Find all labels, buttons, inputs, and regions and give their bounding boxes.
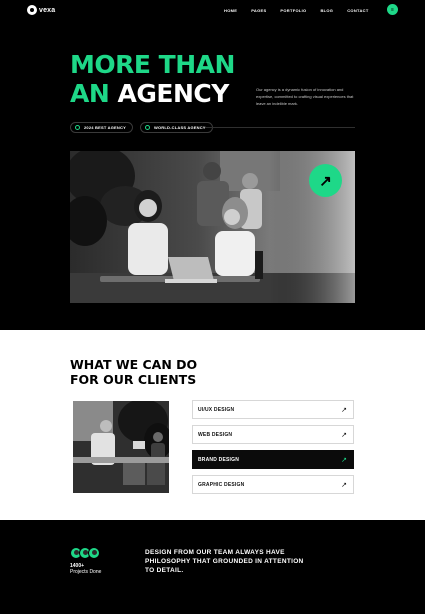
- badge-label: 2024 BEST AGENCY: [84, 125, 126, 130]
- headline-line-2: AN AGENCY: [70, 79, 235, 108]
- services-heading-line-1: WHAT WE CAN DO: [70, 357, 198, 372]
- logo[interactable]: vexa: [27, 5, 55, 15]
- service-label: WEB DESIGN: [198, 431, 233, 438]
- hero-arrow-button[interactable]: ↗: [309, 164, 342, 197]
- hero-intro-text: Our agency is a dynamic fusion of innova…: [256, 87, 354, 106]
- badge-world-class: WORLD-CLASS AGENCY: [140, 122, 213, 133]
- award-icon: [75, 125, 80, 130]
- top-navigation-bar: vexa HOME PAGES PORTFOLIO BLOG CONTACT ≡: [0, 0, 425, 22]
- badge-best-agency: 2024 BEST AGENCY: [70, 122, 133, 133]
- philosophy-section: 1400+ Projects Done DESIGN FROM OUR TEAM…: [0, 520, 425, 614]
- projects-label: Projects Done: [70, 569, 102, 575]
- service-label: UI/UX DESIGN: [198, 406, 235, 413]
- arrow-up-right-icon: ↗: [341, 456, 347, 464]
- service-item-uiux[interactable]: UI/UX DESIGN ↗: [192, 400, 354, 419]
- nav-item-blog[interactable]: BLOG: [320, 8, 333, 13]
- globe-icon: [145, 125, 150, 130]
- service-item-graphic[interactable]: GRAPHIC DESIGN ↗: [192, 475, 354, 494]
- headline-agency: AGENCY: [117, 79, 230, 108]
- logo-icon: [27, 5, 37, 15]
- arrow-up-right-icon: ↗: [341, 481, 347, 489]
- team-avatars: [70, 547, 100, 559]
- badge-label: WORLD-CLASS AGENCY: [154, 125, 206, 130]
- headline-line-1: MORE THAN: [70, 50, 235, 79]
- nav-item-pages[interactable]: PAGES: [251, 8, 266, 13]
- services-section: WHAT WE CAN DO FOR OUR CLIENTS UI/UX DES…: [0, 330, 425, 520]
- menu-button[interactable]: ≡: [387, 4, 398, 15]
- menu-icon: ≡: [391, 6, 394, 13]
- arrow-up-right-icon: ↗: [319, 172, 332, 190]
- arrow-up-right-icon: ↗: [341, 431, 347, 439]
- service-item-web[interactable]: WEB DESIGN ↗: [192, 425, 354, 444]
- services-office-photo: [73, 401, 169, 493]
- nav-item-contact[interactable]: CONTACT: [347, 8, 368, 13]
- service-label: BRAND DESIGN: [198, 456, 240, 463]
- service-label: GRAPHIC DESIGN: [198, 481, 245, 488]
- avatar: [88, 547, 100, 559]
- service-item-brand[interactable]: BRAND DESIGN ↗: [192, 450, 354, 469]
- nav-item-home[interactable]: HOME: [224, 8, 237, 13]
- services-heading-line-2: FOR OUR CLIENTS: [70, 372, 197, 387]
- main-nav: HOME PAGES PORTFOLIO BLOG CONTACT: [224, 8, 369, 13]
- headline-an: AN: [70, 79, 110, 108]
- hero-section: vexa HOME PAGES PORTFOLIO BLOG CONTACT ≡…: [0, 0, 425, 330]
- hero-headline: MORE THAN AN AGENCY: [70, 50, 235, 108]
- services-photo-illustration: [73, 401, 169, 493]
- arrow-up-right-icon: ↗: [341, 406, 347, 414]
- philosophy-text: DESIGN FROM OUR TEAM ALWAYS HAVE PHILOSO…: [145, 549, 304, 574]
- page: vexa HOME PAGES PORTFOLIO BLOG CONTACT ≡…: [0, 0, 425, 614]
- services-heading: WHAT WE CAN DO FOR OUR CLIENTS: [70, 357, 230, 387]
- nav-item-portfolio[interactable]: PORTFOLIO: [280, 8, 306, 13]
- divider: [205, 127, 355, 128]
- logo-text: vexa: [39, 6, 56, 14]
